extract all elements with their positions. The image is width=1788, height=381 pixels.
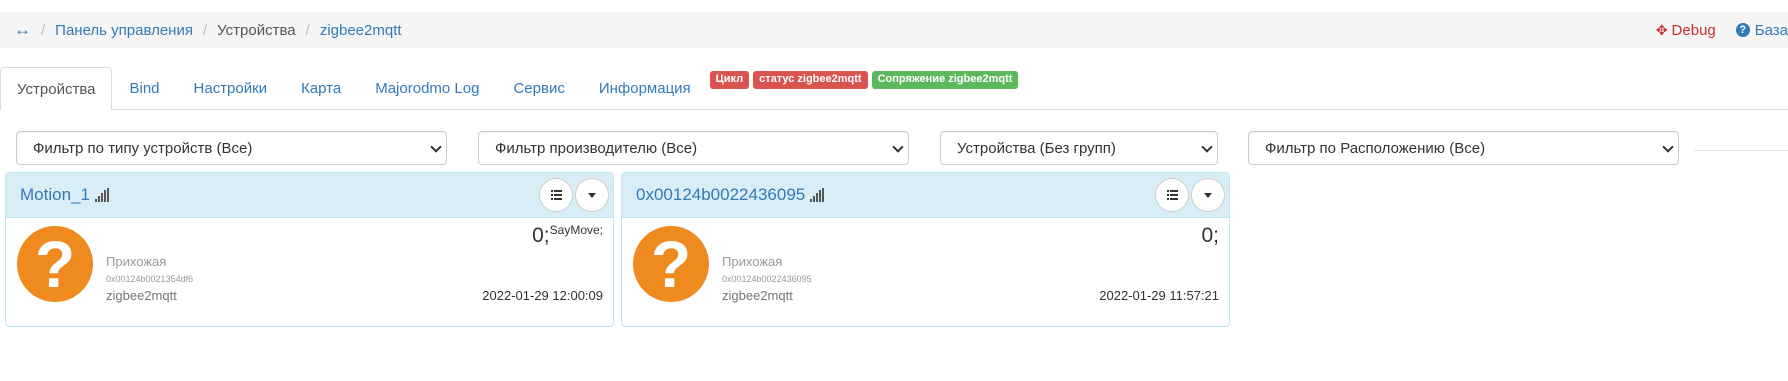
device-details-button[interactable] xyxy=(539,178,573,212)
location-filter[interactable]: Фильтр по Расположению (Все) xyxy=(1248,131,1679,165)
device-menu-button[interactable] xyxy=(575,178,609,212)
device-title[interactable]: 0x00124b0022436095 xyxy=(636,185,805,205)
device-ieee-address: 0x00124b0021354df6 xyxy=(106,274,194,284)
breadcrumb-devices: Устройства xyxy=(217,21,296,39)
tab-info[interactable]: Информация xyxy=(582,67,708,109)
device-type-filter[interactable]: Фильтр по типу устройств (Все) xyxy=(16,131,447,165)
device-bridge: zigbee2mqtt xyxy=(722,288,793,303)
device-card-body: ? Прихожая 0x00124b0021354df6 zigbee2mqt… xyxy=(6,218,613,326)
crosshair-icon: ✥ xyxy=(1655,21,1668,38)
main-tabs: Устройства Bind Настройки Карта Majorodm… xyxy=(0,67,1788,110)
home-arrows-icon[interactable]: ↔ xyxy=(14,20,31,40)
chevron-down-icon xyxy=(892,141,904,153)
breadcrumb-control-panel[interactable]: Панель управления xyxy=(55,22,193,39)
device-card-actions xyxy=(1155,178,1225,212)
list-icon xyxy=(550,190,562,200)
chevron-down-icon xyxy=(1201,141,1213,153)
device-type-filter-value: Фильтр по типу устройств (Все) xyxy=(33,139,253,157)
location-filter-value: Фильтр по Расположению (Все) xyxy=(1265,139,1486,157)
device-card-body: ? Прихожая 0x00124b0022436095 zigbee2mqt… xyxy=(622,218,1229,326)
caret-down-icon xyxy=(588,192,596,198)
tab-settings[interactable]: Настройки xyxy=(177,67,285,109)
device-value-number: 0; xyxy=(1201,224,1219,247)
breadcrumb-bar: ↔ / Панель управления / Устройства / zig… xyxy=(0,12,1788,48)
question-circle-icon: ? xyxy=(1735,23,1750,37)
group-filter-value: Устройства (Без групп) xyxy=(957,139,1116,157)
device-card-header: 0x00124b0022436095 xyxy=(622,173,1229,218)
tab-service[interactable]: Сервис xyxy=(496,67,581,109)
device-timestamp: 2022-01-29 11:57:21 xyxy=(1099,288,1219,303)
device-value-note: SayMove; xyxy=(549,223,603,237)
tab-bind[interactable]: Bind xyxy=(112,67,176,109)
unknown-device-question-icon: ? xyxy=(633,226,709,302)
pairing-badge[interactable]: Сопряжение zigbee2mqtt xyxy=(871,71,1019,89)
signal-strength-icon xyxy=(810,188,825,202)
device-value-number: 0; xyxy=(532,224,550,247)
group-filter[interactable]: Устройства (Без групп) xyxy=(940,131,1218,165)
manufacturer-filter-value: Фильтр производителю (Все) xyxy=(495,139,698,157)
filter-row: Фильтр по типу устройств (Все) Фильтр пр… xyxy=(0,131,1788,165)
unknown-device-question-icon: ? xyxy=(17,226,93,302)
breadcrumb-separator: / xyxy=(305,21,310,39)
header-right-links: ✥ Debug ? База xyxy=(1656,12,1788,48)
device-card: 0x00124b0022436095 ? Прихожая 0x00124b00… xyxy=(621,172,1230,327)
base-label: База xyxy=(1754,21,1788,39)
debug-label: Debug xyxy=(1671,21,1716,39)
device-ieee-address: 0x00124b0022436095 xyxy=(722,274,812,284)
list-icon xyxy=(1166,190,1178,200)
breadcrumb-separator: / xyxy=(202,21,208,39)
device-value: 0; xyxy=(1201,224,1219,248)
cycle-badge[interactable]: Цикл xyxy=(709,71,750,89)
device-card: Motion_1 ? Прихожая 0x00124b0021354df6 z… xyxy=(5,172,614,327)
chevron-down-icon xyxy=(430,141,442,153)
device-card-actions xyxy=(539,178,609,212)
breadcrumb: ↔ / Панель управления / Устройства / zig… xyxy=(0,20,402,40)
manufacturer-filter[interactable]: Фильтр производителю (Все) xyxy=(478,131,909,165)
device-details-button[interactable] xyxy=(1155,178,1189,212)
divider xyxy=(1694,150,1788,151)
tab-map[interactable]: Карта xyxy=(284,67,358,109)
device-room: Прихожая xyxy=(106,254,167,269)
device-menu-button[interactable] xyxy=(1191,178,1225,212)
caret-down-icon xyxy=(1204,192,1212,198)
device-room: Прихожая xyxy=(722,254,783,269)
zigbee-status-badge[interactable]: статус zigbee2mqtt xyxy=(753,71,868,89)
device-bridge: zigbee2mqtt xyxy=(106,288,177,303)
breadcrumb-separator: / xyxy=(41,21,46,39)
device-card-header: Motion_1 xyxy=(6,173,613,218)
breadcrumb-zigbee2mqtt[interactable]: zigbee2mqtt xyxy=(320,22,402,39)
tab-majordomo-log[interactable]: Majorodmo Log xyxy=(358,67,496,109)
base-link[interactable]: ? База xyxy=(1735,21,1788,39)
debug-link[interactable]: ✥ Debug xyxy=(1656,22,1716,39)
tab-devices[interactable]: Устройства xyxy=(0,67,113,110)
device-value: 0;SayMove; xyxy=(532,223,603,248)
status-badges: Цикл статус zigbee2mqtt Сопряжение zigbe… xyxy=(709,68,1023,89)
chevron-down-icon xyxy=(1662,141,1674,153)
signal-strength-icon xyxy=(94,188,109,202)
device-title[interactable]: Motion_1 xyxy=(20,185,90,205)
device-timestamp: 2022-01-29 12:00:09 xyxy=(482,288,603,303)
